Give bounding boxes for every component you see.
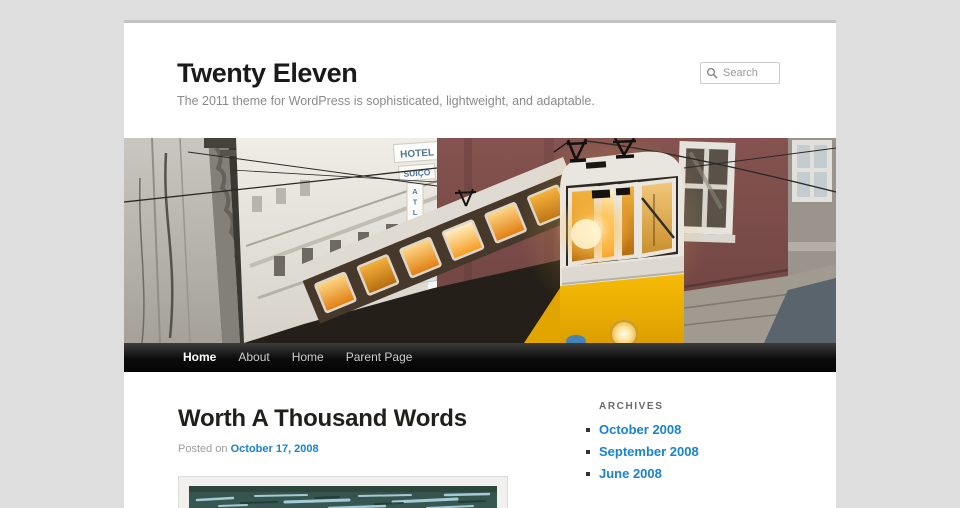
sidebar: ARCHIVES October 2008 September 2008 Jun…: [578, 399, 790, 508]
left-building-wall: [124, 138, 252, 343]
list-item: September 2008: [578, 444, 744, 459]
nav-item-home-2[interactable]: Home: [281, 343, 335, 372]
post-title[interactable]: Worth A Thousand Words: [178, 405, 578, 433]
main-nav: Home About Home Parent Page: [124, 343, 836, 372]
nav-item-home[interactable]: Home: [172, 343, 227, 372]
search-input[interactable]: [700, 62, 780, 84]
site-tagline: The 2011 theme for WordPress is sophisti…: [177, 94, 836, 108]
archive-link-june-2008[interactable]: June 2008: [599, 466, 662, 481]
bullet-icon: [586, 428, 590, 432]
posted-on-label: Posted on: [178, 443, 228, 455]
site-header: Twenty Eleven The 2011 theme for WordPre…: [124, 23, 836, 138]
post-meta: Posted on October 17, 2008: [178, 443, 578, 455]
content: Worth A Thousand Words Posted on October…: [124, 372, 836, 508]
list-item: October 2008: [578, 422, 744, 437]
nav-item-about[interactable]: About: [227, 343, 280, 372]
post-date-link[interactable]: October 17, 2008: [231, 443, 319, 455]
archive-link-september-2008[interactable]: September 2008: [599, 444, 699, 459]
search-form: [700, 62, 780, 84]
main-column: Worth A Thousand Words Posted on October…: [178, 399, 578, 508]
list-item: June 2008: [578, 466, 744, 481]
header-image: HOTEL SUIÇO ATLANTICO: [124, 138, 836, 343]
water-photo: [189, 486, 497, 508]
archives-widget-title: ARCHIVES: [599, 401, 744, 412]
page: Twenty Eleven The 2011 theme for WordPre…: [124, 20, 836, 508]
archives-list: October 2008 September 2008 June 2008: [578, 422, 744, 481]
bullet-icon: [586, 450, 590, 454]
nav-item-parent-page[interactable]: Parent Page: [335, 343, 424, 372]
bullet-icon: [586, 472, 590, 476]
archive-link-october-2008[interactable]: October 2008: [599, 422, 681, 437]
attachment-frame[interactable]: [178, 476, 508, 508]
